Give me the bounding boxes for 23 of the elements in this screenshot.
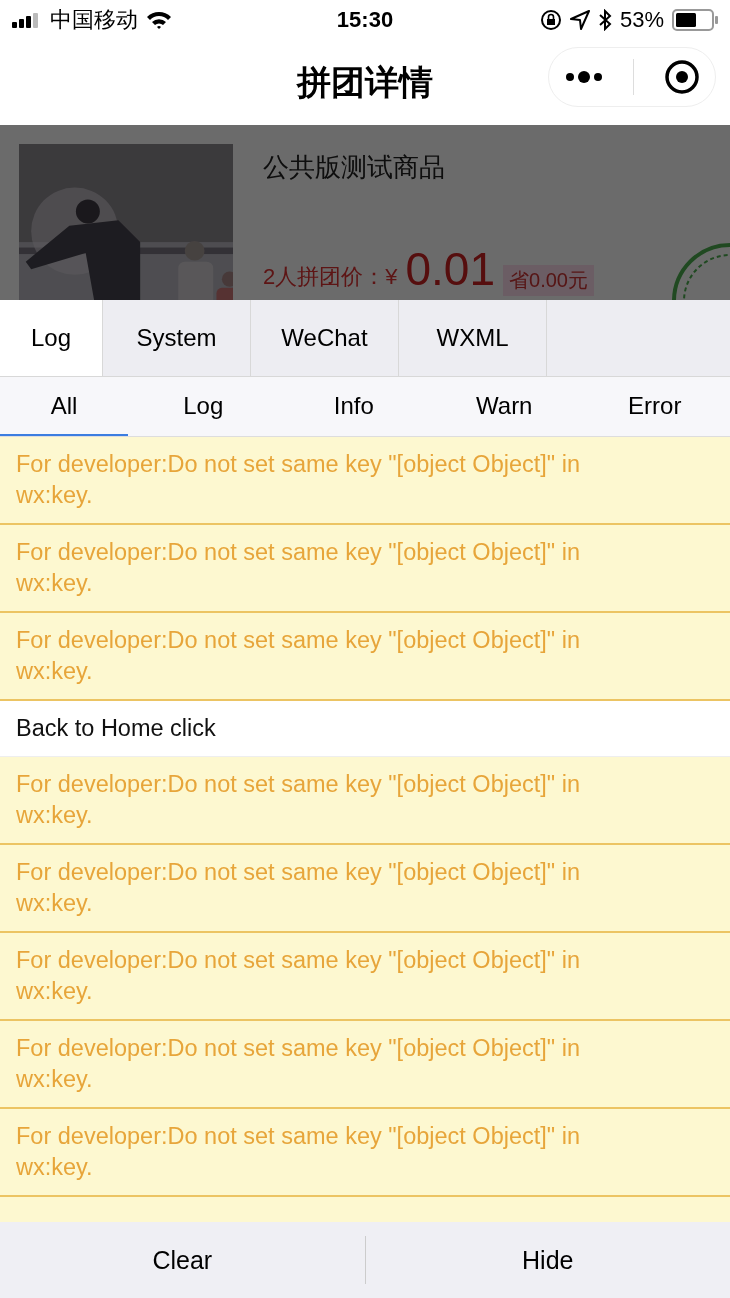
filter-tab[interactable]: Info xyxy=(278,377,429,436)
stamp-icon xyxy=(670,241,730,300)
filter-tab[interactable]: Error xyxy=(579,377,730,436)
product-name: 公共版测试商品 xyxy=(263,151,446,184)
group-price-label: 2人拼团价：¥ xyxy=(263,263,398,291)
more-icon[interactable] xyxy=(563,70,604,84)
hide-button[interactable]: Hide xyxy=(364,1236,730,1284)
rotation-lock-icon xyxy=(539,9,562,31)
saving-tag: 省0.00元 xyxy=(503,265,594,296)
console-tab[interactable]: Log xyxy=(0,300,103,376)
bluetooth-icon xyxy=(597,9,612,31)
battery-percent: 53% xyxy=(619,7,664,33)
carrier-name: 中国移动 xyxy=(50,6,138,34)
price: 0.01 xyxy=(405,242,495,296)
filter-tab[interactable]: Log xyxy=(128,377,279,436)
page-title: 拼团详情 xyxy=(297,60,433,104)
wifi-icon xyxy=(146,10,172,30)
clock-time: 15:30 xyxy=(335,7,395,33)
location-icon xyxy=(569,10,590,30)
clear-button[interactable]: Clear xyxy=(0,1222,365,1298)
filter-tab[interactable]: Warn xyxy=(429,377,580,436)
battery-icon xyxy=(672,9,718,31)
log-entry: Back to Home click xyxy=(0,701,730,757)
